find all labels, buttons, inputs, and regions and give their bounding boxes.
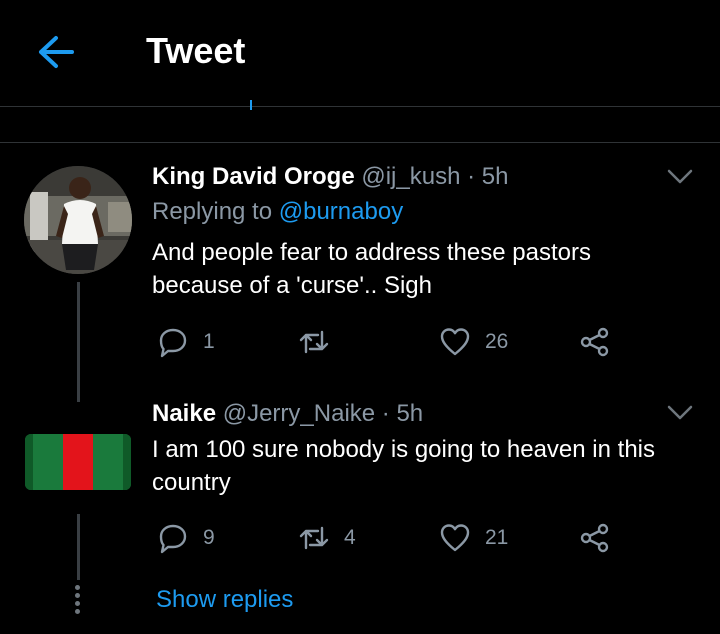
chevron-down-icon[interactable]: [666, 168, 694, 186]
author-name[interactable]: Naike: [152, 400, 216, 427]
author-handle[interactable]: @ij_kush: [361, 163, 460, 190]
like-icon: [440, 524, 470, 552]
more-replies-dots: [75, 585, 81, 615]
like-count: 26: [485, 330, 509, 353]
tweet-time: · 5h: [467, 163, 509, 190]
author-name[interactable]: King David Oroge: [152, 163, 355, 190]
share-button[interactable]: [579, 326, 611, 358]
retweet-icon: [299, 526, 329, 550]
retweet-button[interactable]: [298, 326, 344, 358]
tweet-text-line: country: [152, 469, 231, 496]
tweet-text-line: And people fear to address these pastors: [152, 239, 591, 266]
share-button[interactable]: [579, 522, 611, 554]
author-handle[interactable]: @Jerry_Naike: [223, 400, 375, 427]
top-bar: Tweet: [0, 0, 720, 110]
share-icon: [580, 523, 609, 553]
tweet-time: · 5h: [381, 400, 424, 427]
like-icon: [440, 328, 470, 356]
share-icon: [580, 327, 609, 357]
reply-count: 1: [203, 330, 215, 353]
avatar[interactable]: [24, 166, 132, 274]
divider: [0, 142, 720, 143]
tweet-author-line: Naike @Jerry_Naike · 5h: [152, 400, 423, 428]
reply-icon: [159, 524, 187, 554]
show-replies-link[interactable]: Show replies: [156, 586, 293, 614]
scroll-indicator: [250, 100, 252, 110]
like-button[interactable]: 21: [439, 522, 508, 554]
reply-button[interactable]: 9: [157, 522, 215, 554]
tweet-text-line: I am 100 sure nobody is going to heaven …: [152, 436, 655, 463]
like-count: 21: [485, 526, 509, 549]
tweet-text: And people fear to address these pastors…: [152, 236, 692, 302]
replying-prefix: Replying to: [152, 198, 273, 225]
reply-button[interactable]: 1: [157, 326, 215, 358]
replying-to: Replying to @burnaboy: [152, 198, 403, 226]
tweet-text: I am 100 sure nobody is going to heaven …: [152, 433, 692, 499]
like-button[interactable]: 26: [439, 326, 508, 358]
back-arrow-icon[interactable]: [36, 34, 76, 70]
retweet-count: 4: [344, 526, 356, 549]
page-title: Tweet: [146, 30, 246, 71]
retweet-button[interactable]: 4: [298, 522, 356, 554]
thread-line: [77, 514, 80, 580]
avatar[interactable]: [25, 434, 131, 490]
retweet-icon: [299, 330, 329, 354]
thread-line: [77, 282, 80, 402]
chevron-down-icon[interactable]: [666, 404, 694, 422]
reply-icon: [159, 328, 187, 358]
tweet-author-line: King David Oroge @ij_kush · 5h: [152, 163, 508, 191]
reply-count: 9: [203, 526, 215, 549]
tweet-text-line: because of a 'curse'.. Sigh: [152, 272, 432, 299]
mention-link[interactable]: @burnaboy: [279, 198, 403, 225]
